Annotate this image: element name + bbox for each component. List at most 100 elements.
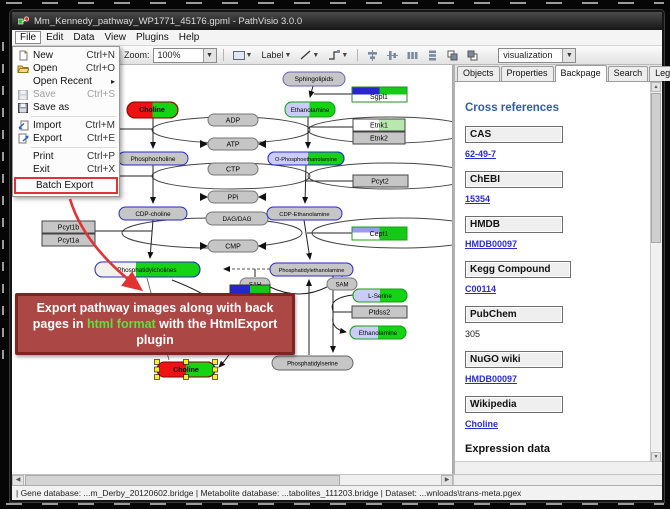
- menu-file[interactable]: File: [15, 31, 41, 44]
- node-dag[interactable]: DAG/DAG: [206, 212, 268, 225]
- node-l-serine[interactable]: L-Serine: [353, 289, 407, 302]
- label-tool-button[interactable]: Label▼: [258, 48, 294, 62]
- node-choline-selected[interactable]: Choline: [155, 360, 218, 380]
- tab-objects[interactable]: Objects: [457, 66, 500, 81]
- film-perforation-top: [6, 2, 664, 4]
- node-phosphatidylethanolamine[interactable]: Phosphatidylethanolamine: [270, 263, 353, 276]
- file-menu-item-exit[interactable]: Exit Ctrl+X: [13, 163, 119, 176]
- distribute-horizontal-icon: [407, 50, 418, 61]
- node-ptdss2[interactable]: Ptdss2: [352, 306, 407, 318]
- menu-data[interactable]: Data: [68, 31, 99, 44]
- file-menu-item-save-as[interactable]: Save as: [13, 101, 119, 114]
- svg-text:Phosphatidylethanolamine: Phosphatidylethanolamine: [279, 268, 345, 274]
- node-ethanolamine-lower[interactable]: Ethanolamine: [350, 326, 406, 339]
- sidebar: Objects Properties Backpage Search Legen…: [453, 65, 662, 474]
- datanode-tool-button[interactable]: ▼: [230, 49, 256, 62]
- file-menu-item-export[interactable]: Export Ctrl+E: [13, 132, 119, 145]
- tab-legend[interactable]: Legend: [649, 66, 670, 81]
- chevron-down-icon[interactable]: ▼: [562, 49, 575, 62]
- node-sgpl1[interactable]: Sgpl1: [352, 87, 407, 102]
- open-folder-icon: [16, 64, 30, 74]
- toolbar-separator: [223, 49, 224, 61]
- file-menu-item-print[interactable]: Print Ctrl+P: [13, 150, 119, 163]
- line-tool-button[interactable]: ▼: [297, 48, 322, 62]
- zoom-value: 100%: [158, 50, 203, 60]
- tab-backpage[interactable]: Backpage: [555, 65, 607, 82]
- menu-edit[interactable]: Edit: [41, 31, 68, 44]
- chevron-down-icon[interactable]: ▼: [203, 49, 216, 62]
- svg-text:ADP: ADP: [226, 118, 241, 125]
- svg-text:Sgpl1: Sgpl1: [370, 94, 388, 101]
- file-menu-item-open[interactable]: Open Ctrl+O: [13, 62, 119, 75]
- sidebar-horizontal-scrollbar[interactable]: [455, 461, 662, 474]
- file-menu-item-open-recent[interactable]: Open Recent ▸: [13, 75, 119, 88]
- node-sam[interactable]: SAM: [327, 278, 357, 290]
- chebi-link[interactable]: 15354: [465, 194, 650, 204]
- file-menu-item-import[interactable]: Import Ctrl+M: [13, 119, 119, 132]
- tab-properties[interactable]: Properties: [501, 66, 554, 81]
- node-adp[interactable]: ADP: [208, 114, 258, 126]
- connector-tool-button[interactable]: ▼: [325, 48, 351, 62]
- file-menu-item-batch-export[interactable]: Batch Export: [16, 179, 116, 192]
- node-etnk1[interactable]: Etnk1: [353, 119, 405, 131]
- align-vertical-center-icon: [367, 50, 378, 61]
- file-menu-item-new[interactable]: New Ctrl+N: [13, 49, 119, 62]
- scrollbar-thumb[interactable]: [651, 93, 661, 243]
- distribute-vertical-button[interactable]: [424, 48, 441, 63]
- import-icon: [16, 120, 30, 131]
- distribute-horizontal-button[interactable]: [404, 48, 421, 63]
- file-menu-item-save[interactable]: Save Ctrl+S: [13, 88, 119, 101]
- node-phosphatidylserine[interactable]: Phosphatidylserine: [272, 356, 353, 370]
- svg-text:Sphingolipids: Sphingolipids: [295, 76, 334, 83]
- wikipedia-link[interactable]: Choline: [465, 419, 650, 429]
- cas-link[interactable]: 62-49-7: [465, 149, 650, 159]
- node-ethanolamine[interactable]: Ethanolamine: [285, 102, 335, 117]
- node-ctp[interactable]: CTP: [208, 163, 258, 175]
- menu-bar: File Edit Data View Plugins Help: [12, 30, 662, 46]
- title-bar[interactable]: Mm_Kennedy_pathway_WP1771_45176.gpml - P…: [12, 12, 662, 30]
- visualization-combobox[interactable]: visualization ▼: [498, 48, 576, 63]
- node-o-phosphoethanolamine[interactable]: O-Phosphoethanolamine: [268, 152, 344, 165]
- nugo-link[interactable]: HMDB00097: [465, 374, 650, 384]
- svg-text:L-Serine: L-Serine: [368, 293, 392, 300]
- scroll-up-icon[interactable]: ▲: [651, 82, 661, 92]
- backpage-panel: Cross references CAS 62-49-7 ChEBI 15354…: [455, 82, 650, 462]
- tab-search[interactable]: Search: [608, 66, 649, 81]
- status-text: | Gene database: ...m_Derby_20120602.bri…: [16, 488, 521, 498]
- node-pcyt1b[interactable]: Pcyt1b: [42, 221, 95, 233]
- node-cmp[interactable]: CMP: [208, 240, 258, 252]
- node-etnk2[interactable]: Etnk2: [353, 132, 405, 144]
- kegg-link[interactable]: C00114: [465, 284, 650, 294]
- node-phosphatidylcholines[interactable]: Phosphatidylcholines: [95, 262, 200, 277]
- node-phosphocholine[interactable]: Phosphocholine: [118, 152, 188, 165]
- batch-export-highlight-box: Batch Export: [14, 177, 118, 194]
- node-choline[interactable]: Choline: [127, 102, 179, 118]
- svg-text:Pcyt1a: Pcyt1a: [58, 238, 80, 245]
- align-horizontal-center-button[interactable]: [384, 48, 401, 63]
- node-cdp-ethanolamine[interactable]: CDP-Ethanolamine: [267, 207, 342, 220]
- node-cdp-choline[interactable]: CDP-choline: [119, 207, 187, 220]
- align-vertical-center-button[interactable]: [364, 48, 381, 63]
- node-pcyt1a[interactable]: Pcyt1a: [42, 234, 95, 246]
- zoom-label: Zoom:: [124, 50, 150, 60]
- node-atp[interactable]: ATP: [208, 138, 258, 150]
- menu-view[interactable]: View: [99, 31, 131, 44]
- node-cept1[interactable]: Cept1: [352, 227, 407, 240]
- hmdb-link[interactable]: HMDB00097: [465, 239, 650, 249]
- bring-to-front-button[interactable]: [464, 48, 481, 63]
- svg-text:Etnk2: Etnk2: [370, 136, 388, 143]
- menu-plugins[interactable]: Plugins: [131, 31, 174, 44]
- status-bar: | Gene database: ...m_Derby_20120602.bri…: [12, 485, 662, 500]
- send-to-back-button[interactable]: [444, 48, 461, 63]
- visualization-value: visualization: [503, 50, 562, 60]
- node-sphingolipids[interactable]: Sphingolipids: [283, 72, 345, 86]
- sidebar-vertical-scrollbar[interactable]: ▲ ▼: [650, 82, 662, 462]
- node-ppi[interactable]: PPi: [208, 191, 258, 203]
- zoom-combobox[interactable]: 100% ▼: [153, 48, 217, 63]
- section-header-hmdb: HMDB: [465, 216, 563, 233]
- menu-help[interactable]: Help: [174, 31, 205, 44]
- svg-text:CDP-Ethanolamine: CDP-Ethanolamine: [279, 212, 330, 218]
- elbow-connector-icon: [328, 50, 340, 60]
- submenu-arrow-icon: ▸: [111, 77, 115, 86]
- node-pcyt2[interactable]: Pcyt2: [353, 175, 408, 187]
